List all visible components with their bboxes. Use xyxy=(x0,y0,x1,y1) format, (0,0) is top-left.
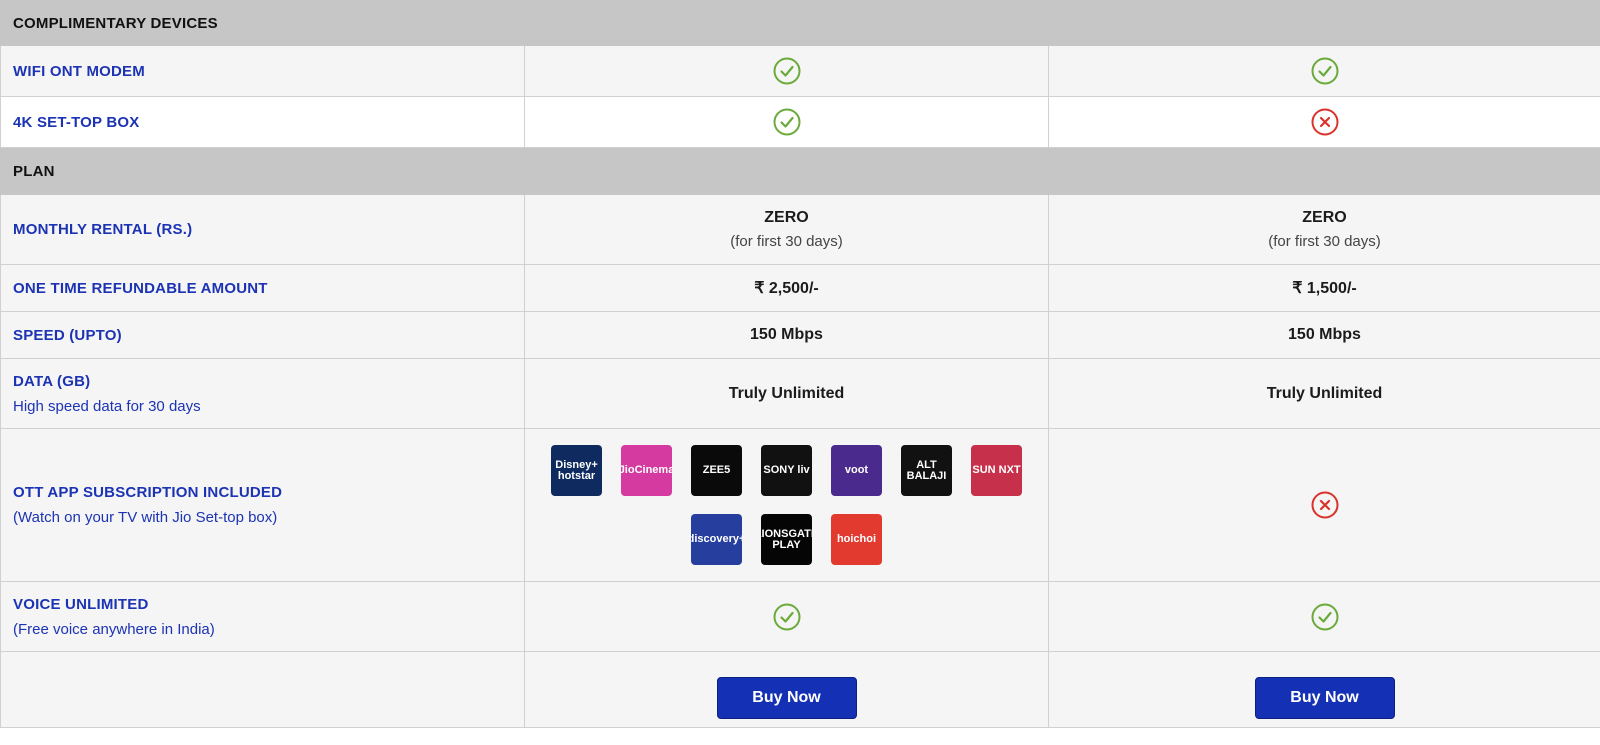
check-icon xyxy=(773,603,801,631)
row-label-data: DATA (GB) High speed data for 30 days xyxy=(0,358,525,429)
alt-balaji-logo: ALT BALAJI xyxy=(901,445,952,496)
data-value: Truly Unlimited xyxy=(1048,358,1600,429)
cross-icon xyxy=(1311,108,1339,136)
row-label-rental: MONTHLY RENTAL (RS.) xyxy=(0,194,525,265)
buy-now-button[interactable]: Buy Now xyxy=(716,677,857,719)
hoichoi-logo: hoichoi xyxy=(831,514,882,565)
data-label: DATA (GB) xyxy=(13,372,91,390)
row-speed: SPEED (UPTO) 150 Mbps 150 Mbps xyxy=(0,311,1600,359)
row-label-speed: SPEED (UPTO) xyxy=(0,311,525,359)
buy-row-empty xyxy=(0,651,525,728)
section-row-plan: PLAN xyxy=(0,147,1600,195)
section-title-devices: COMPLIMENTARY DEVICES xyxy=(0,0,1600,46)
plan-comparison-table: COMPLIMENTARY DEVICES WIFI ONT MODEM 4K … xyxy=(0,0,1600,728)
ott-sublabel: (Watch on your TV with Jio Set-top box) xyxy=(13,509,278,526)
refund-value: ₹ 1,500/- xyxy=(1048,264,1600,312)
section-row-devices: COMPLIMENTARY DEVICES xyxy=(0,0,1600,46)
data-value: Truly Unlimited xyxy=(524,358,1049,429)
jiocinema-logo: JioCinema xyxy=(621,445,672,496)
voice-label: VOICE UNLIMITED xyxy=(13,595,149,613)
row-label-wifi: WIFI ONT MODEM xyxy=(0,45,525,97)
sun-nxt-logo: SUN NXT xyxy=(971,445,1022,496)
disney-hotstar-logo: Disney+ hotstar xyxy=(551,445,602,496)
cross-icon xyxy=(1311,491,1339,519)
row-label-ott: OTT APP SUBSCRIPTION INCLUDED (Watch on … xyxy=(0,428,525,582)
speed-value: 150 Mbps xyxy=(1048,311,1600,359)
row-label-voice: VOICE UNLIMITED (Free voice anywhere in … xyxy=(0,581,525,652)
row-label-refund: ONE TIME REFUNDABLE AMOUNT xyxy=(0,264,525,312)
check-icon xyxy=(773,108,801,136)
sony-liv-logo: SONY liv xyxy=(761,445,812,496)
row-ott: OTT APP SUBSCRIPTION INCLUDED (Watch on … xyxy=(0,428,1600,582)
voice-sublabel: (Free voice anywhere in India) xyxy=(13,620,215,638)
discovery-plus-logo: discovery+ xyxy=(691,514,742,565)
row-stb: 4K SET-TOP BOX xyxy=(0,96,1600,148)
rental-col2: ZERO (for first 30 days) xyxy=(1048,194,1600,265)
speed-value: 150 Mbps xyxy=(524,311,1049,359)
rental-note: (for first 30 days) xyxy=(1268,233,1381,250)
check-icon xyxy=(1311,57,1339,85)
row-refund: ONE TIME REFUNDABLE AMOUNT ₹ 2,500/- ₹ 1… xyxy=(0,264,1600,312)
ott-app-grid: Disney+ hotstar JioCinema ZEE5 SONY liv voot… xyxy=(547,441,1027,569)
check-icon xyxy=(773,57,801,85)
lionsgate-play-logo: LIONSGATE PLAY xyxy=(761,514,812,565)
row-label-stb: 4K SET-TOP BOX xyxy=(0,96,525,148)
row-buy: Buy Now Buy Now xyxy=(0,651,1600,728)
rental-note: (for first 30 days) xyxy=(730,233,843,250)
refund-value: ₹ 2,500/- xyxy=(524,264,1049,312)
data-sublabel: High speed data for 30 days xyxy=(13,397,201,415)
row-voice: VOICE UNLIMITED (Free voice anywhere in … xyxy=(0,581,1600,652)
section-title-plan: PLAN xyxy=(0,147,1600,195)
zee5-logo: ZEE5 xyxy=(691,445,742,496)
ott-apps-cell: Disney+ hotstar JioCinema ZEE5 SONY liv voot… xyxy=(524,428,1049,582)
voot-logo: voot xyxy=(831,445,882,496)
row-wifi: WIFI ONT MODEM xyxy=(0,45,1600,97)
rental-col1: ZERO (for first 30 days) xyxy=(524,194,1049,265)
row-rental: MONTHLY RENTAL (RS.) ZERO (for first 30 … xyxy=(0,194,1600,265)
rental-value: ZERO xyxy=(764,209,809,226)
row-data: DATA (GB) High speed data for 30 days Tr… xyxy=(0,358,1600,429)
check-icon xyxy=(1311,603,1339,631)
buy-now-button[interactable]: Buy Now xyxy=(1254,677,1395,719)
rental-value: ZERO xyxy=(1302,209,1347,226)
ott-label: OTT APP SUBSCRIPTION INCLUDED xyxy=(13,484,283,501)
